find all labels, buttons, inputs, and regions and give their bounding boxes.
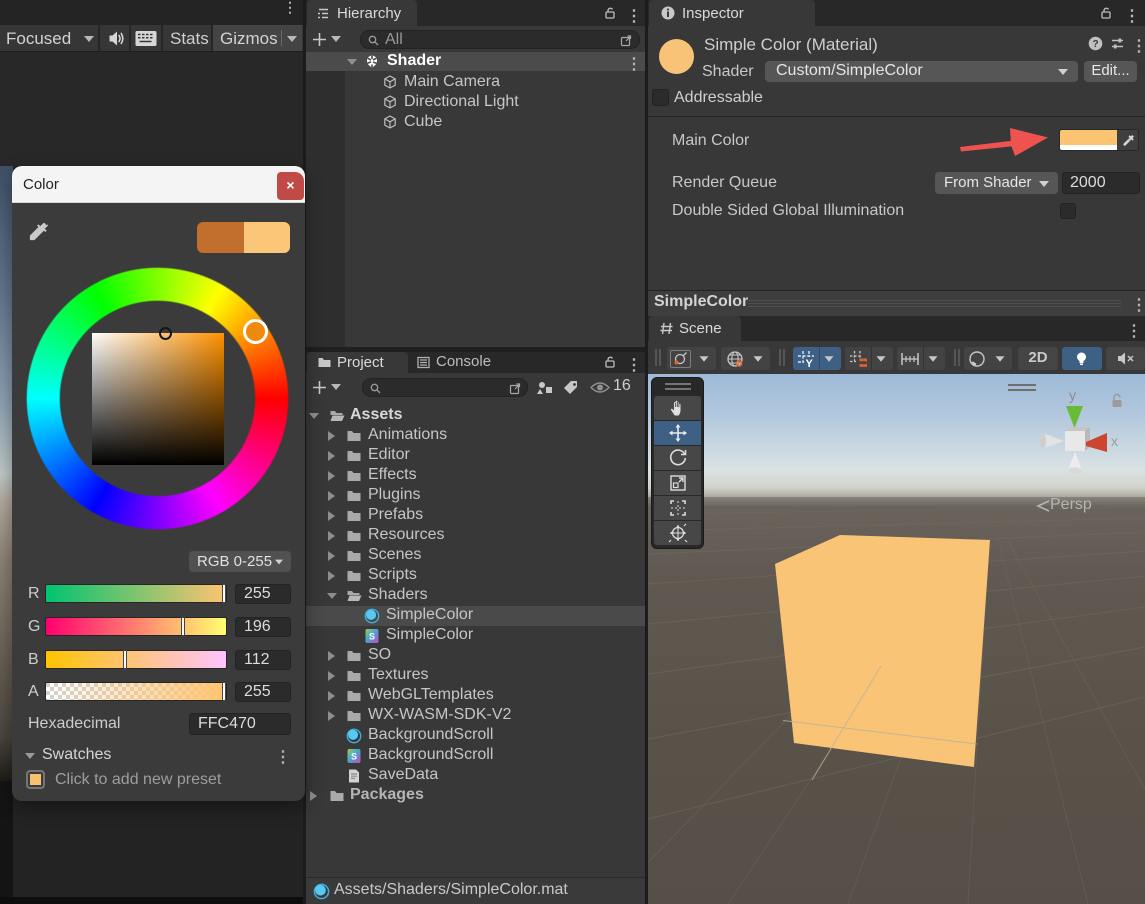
svg-text:y: y xyxy=(1069,387,1076,403)
svg-text:x: x xyxy=(1111,433,1118,449)
svg-text:S: S xyxy=(369,632,375,642)
svg-text:S: S xyxy=(351,752,357,762)
svg-text:?: ? xyxy=(1092,39,1098,50)
svg-text:Y: Y xyxy=(806,358,814,368)
